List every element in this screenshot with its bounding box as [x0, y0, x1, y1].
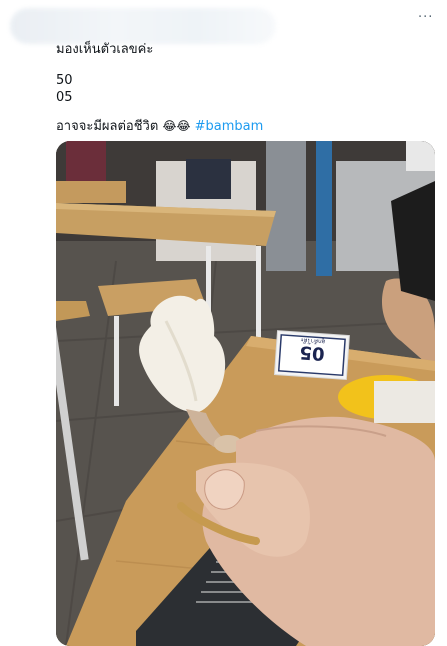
tweet-text-line-4-text: อาจจะมีผลต่อชีวิต — [56, 119, 159, 134]
blurred-author-header — [10, 8, 276, 44]
tweet-text-line-4: อาจจะมีผลต่อชีวิต 😂😂 #bambam — [56, 118, 263, 135]
hashtag-link[interactable]: #bambam — [195, 119, 264, 134]
laughing-emoji-icon: 😂😂 — [162, 119, 191, 133]
more-options-icon[interactable]: ··· — [418, 10, 433, 25]
tweet-text-line-3: 05 — [56, 90, 73, 105]
tweet-text-line-1: มองเห็นตัวเลขค่ะ — [56, 42, 154, 57]
table-number-sign: 05 ลูกค้าโต๊ะ — [273, 330, 350, 381]
photo-scene: 05 ลูกค้าโต๊ะ — [56, 141, 435, 646]
tweet-card: ··· มองเห็นตัวเลขค่ะ 50 05 อาจจะมีผลต่อช… — [0, 0, 447, 646]
tweet-text-line-2: 50 — [56, 73, 73, 88]
tweet-photo[interactable]: 05 ลูกค้าโต๊ะ — [56, 141, 435, 646]
